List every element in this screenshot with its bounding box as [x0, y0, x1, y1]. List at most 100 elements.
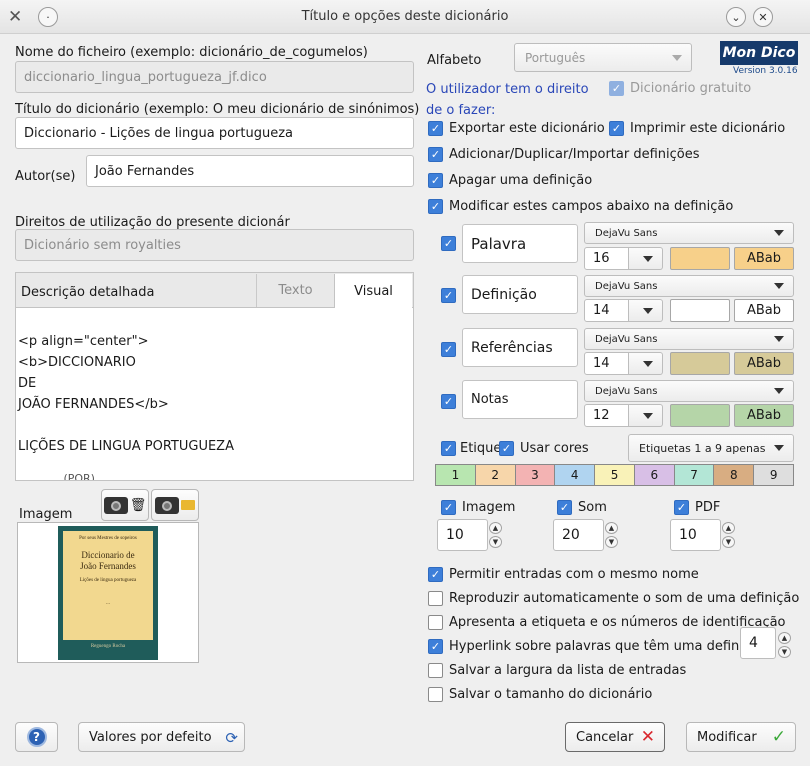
option-save-size[interactable]: Salvar o tamanho do dicionário: [428, 687, 652, 702]
option-same-name[interactable]: ✓ Permitir entradas com o mesmo nome: [428, 567, 699, 582]
tag-3[interactable]: 3: [515, 465, 556, 485]
option-hyperlink[interactable]: ✓ Hyperlink sobre palavras que têm uma de…: [428, 639, 766, 654]
checkbox-icon: ✓: [499, 441, 514, 456]
dictionary-title-field[interactable]: Diccionario - Lições de lingua portuguez…: [15, 117, 414, 149]
chevron-up-icon[interactable]: ▲: [605, 522, 618, 534]
field-notes-name[interactable]: Notas: [462, 380, 578, 419]
chevron-down-icon[interactable]: ▼: [722, 536, 735, 548]
field-word-sample[interactable]: ABab: [734, 247, 794, 270]
field-definition-font-select[interactable]: DejaVu Sans: [584, 275, 794, 297]
media-pdf-checkbox[interactable]: ✓ PDF: [674, 500, 720, 515]
description-editor[interactable]: <p align="center"> <b>DICCIONARIO DE JOÃ…: [18, 331, 234, 457]
field-references-color-swatch[interactable]: [670, 352, 730, 375]
field-word-color-swatch[interactable]: [670, 247, 730, 270]
field-notes-sample[interactable]: ABab: [734, 404, 794, 427]
folder-icon: [181, 500, 195, 510]
window-title: Título e opções deste dicionário: [301, 9, 509, 24]
modify-fields-checkbox[interactable]: ✓ Modificar estes campos abaixo na defini…: [428, 199, 733, 214]
defaults-button[interactable]: Valores por defeito ⟳: [78, 722, 245, 752]
use-colors-checkbox[interactable]: ✓ Usar cores: [499, 441, 589, 456]
tag-2[interactable]: 2: [475, 465, 516, 485]
media-pdf-spin[interactable]: ▲ ▼: [722, 522, 736, 548]
chevron-up-icon[interactable]: ▲: [778, 632, 791, 644]
close-icon: ✕: [640, 727, 655, 747]
tab-text[interactable]: Texto: [256, 274, 334, 307]
close-window-button[interactable]: ✕: [753, 7, 773, 27]
tag-5[interactable]: 5: [595, 465, 635, 485]
field-references-font-select[interactable]: DejaVu Sans: [584, 328, 794, 350]
cancel-button[interactable]: Cancelar ✕: [565, 722, 665, 752]
field-references-sample[interactable]: ABab: [734, 352, 794, 375]
minimize-button[interactable]: ⌄: [726, 7, 746, 27]
field-word-name[interactable]: Palavra: [462, 224, 578, 263]
tag-1[interactable]: 1: [436, 465, 476, 485]
field-notes-size[interactable]: 12: [584, 404, 629, 427]
print-checkbox[interactable]: ✓ Imprimir este dicionário: [609, 121, 785, 136]
field-notes-color-swatch[interactable]: [670, 404, 730, 427]
modify-button[interactable]: Modificar ✓: [686, 722, 796, 752]
field-word-font-select[interactable]: DejaVu Sans: [584, 222, 794, 244]
field-definition-size[interactable]: 14: [584, 299, 629, 322]
option-save-list-width[interactable]: Salvar a largura da lista de entradas: [428, 663, 686, 678]
media-sound-checkbox[interactable]: ✓ Som: [557, 500, 607, 515]
desc-line-cut: ...(POR)...: [18, 472, 106, 480]
field-definition-checkbox[interactable]: ✓: [441, 288, 456, 303]
tag-7[interactable]: 7: [674, 465, 715, 485]
chevron-down-icon[interactable]: ▼: [605, 536, 618, 548]
tag-9[interactable]: 9: [754, 465, 794, 485]
description-label: Descrição detalhada: [21, 285, 155, 300]
media-pdf-size[interactable]: 10: [670, 519, 721, 551]
checkbox-icon: [428, 615, 443, 630]
chevron-down-icon[interactable]: ▼: [489, 536, 502, 548]
field-definition-size-dropdown[interactable]: [629, 299, 663, 322]
author-field[interactable]: João Fernandes: [86, 155, 414, 187]
filename-label: Nome do ficheiro (exemplo: dicionário_de…: [15, 45, 368, 60]
chevron-up-icon[interactable]: ▲: [489, 522, 502, 534]
delete-definition-checkbox[interactable]: ✓ Apagar uma definição: [428, 173, 592, 188]
field-definition-name[interactable]: Definição: [462, 275, 578, 314]
rights-heading: O utilizador tem o direito de o fazer:: [426, 82, 589, 118]
field-references-size[interactable]: 14: [584, 352, 629, 375]
field-notes-size-dropdown[interactable]: [629, 404, 663, 427]
field-word-checkbox[interactable]: ✓: [441, 236, 456, 251]
chevron-down-icon[interactable]: ▼: [778, 646, 791, 658]
help-button[interactable]: ?: [15, 722, 58, 752]
delete-image-button[interactable]: 🗑: [101, 489, 149, 521]
hyperlink-value[interactable]: 4: [740, 627, 776, 659]
field-definition-color-swatch[interactable]: [670, 299, 730, 322]
add-definitions-checkbox[interactable]: ✓ Adicionar/Duplicar/Importar definições: [428, 147, 700, 162]
alphabet-select[interactable]: Português: [514, 43, 692, 72]
field-references-name[interactable]: Referências: [462, 328, 578, 367]
field-references-checkbox[interactable]: ✓: [441, 342, 456, 357]
chevron-up-icon[interactable]: ▲: [722, 522, 735, 534]
option-show-tag-ids[interactable]: Apresenta a etiqueta e os números de ide…: [428, 615, 786, 630]
title-label: Título do dicionário (exemplo: O meu dic…: [15, 102, 420, 117]
media-sound-size[interactable]: 20: [553, 519, 604, 551]
field-references-size-dropdown[interactable]: [629, 352, 663, 375]
tags-range-select[interactable]: Etiquetas 1 a 9 apenas: [628, 434, 794, 462]
export-checkbox[interactable]: ✓ Exportar este dicionário: [428, 121, 605, 136]
field-notes-font-select[interactable]: DejaVu Sans: [584, 380, 794, 402]
desc-line: [18, 415, 234, 436]
media-sound-spin[interactable]: ▲ ▼: [605, 522, 619, 548]
author-label: Autor(se): [15, 169, 76, 184]
option-autoplay-sound[interactable]: Reproduzir automaticamente o som de uma …: [428, 591, 799, 606]
checkbox-icon: ✓: [428, 199, 443, 214]
hyperlink-spin[interactable]: ▲ ▼: [778, 632, 792, 658]
load-image-button[interactable]: [151, 489, 199, 521]
field-definition-sample[interactable]: ABab: [734, 299, 794, 322]
tag-6[interactable]: 6: [634, 465, 675, 485]
tab-visual[interactable]: Visual: [334, 274, 412, 308]
media-image-checkbox[interactable]: ✓ Imagem: [441, 500, 515, 515]
filename-field[interactable]: diccionario_lingua_portugueza_jf.dico: [15, 61, 414, 93]
field-notes-checkbox[interactable]: ✓: [441, 394, 456, 409]
tag-8[interactable]: 8: [714, 465, 755, 485]
field-word-size[interactable]: 16: [584, 247, 629, 270]
media-image-size[interactable]: 10: [437, 519, 488, 551]
media-image-spin[interactable]: ▲ ▼: [489, 522, 503, 548]
free-dictionary-checkbox[interactable]: ✓ Dicionário gratuito: [609, 81, 751, 96]
tag-4[interactable]: 4: [555, 465, 596, 485]
field-word-size-dropdown[interactable]: [629, 247, 663, 270]
tags-checkbox[interactable]: ✓ Etique: [441, 441, 501, 456]
rights-field[interactable]: Dicionário sem royalties: [15, 229, 414, 261]
